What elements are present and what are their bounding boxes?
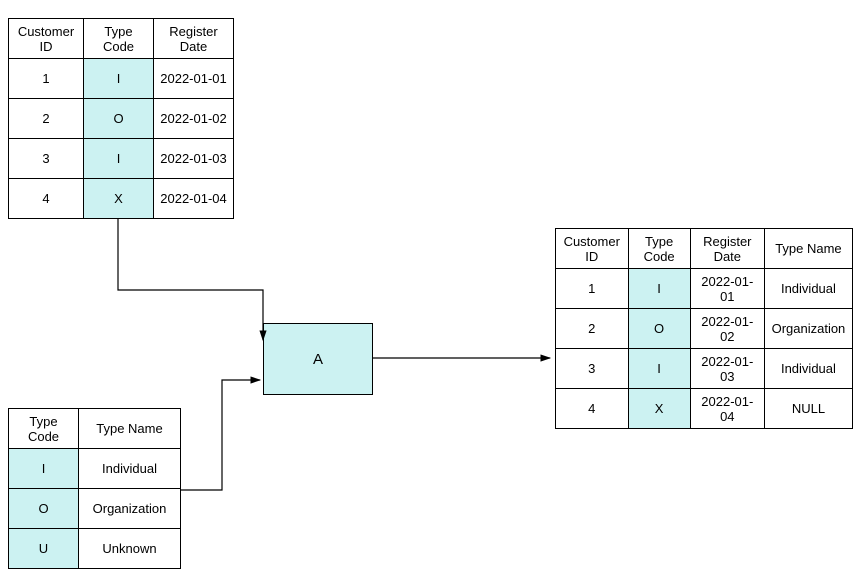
col-type-code: Type Code: [9, 409, 79, 449]
cell: X: [628, 389, 690, 429]
col-customer-id: Customer ID: [556, 229, 629, 269]
cell: 2022-01-03: [690, 349, 764, 389]
cell: 4: [9, 179, 84, 219]
table-row: 4 X 2022-01-04 NULL: [556, 389, 853, 429]
cell: 2: [556, 309, 629, 349]
table-row: 3 I 2022-01-03: [9, 139, 234, 179]
table-header-row: Type Code Type Name: [9, 409, 181, 449]
table-row: 2 O 2022-01-02: [9, 99, 234, 139]
cell: 4: [556, 389, 629, 429]
cell: Individual: [764, 269, 852, 309]
table-row: 1 I 2022-01-01 Individual: [556, 269, 853, 309]
operation-label: A: [313, 351, 323, 368]
cell: NULL: [764, 389, 852, 429]
table-row: U Unknown: [9, 529, 181, 569]
cell: U: [9, 529, 79, 569]
col-type-code: Type Code: [84, 19, 154, 59]
cell: 2022-01-02: [154, 99, 234, 139]
cell: I: [84, 59, 154, 99]
table-row: 3 I 2022-01-03 Individual: [556, 349, 853, 389]
cell: 2022-01-01: [154, 59, 234, 99]
cell: 2: [9, 99, 84, 139]
cell: 1: [9, 59, 84, 99]
table-header-row: Customer ID Type Code RegisterDate: [9, 19, 234, 59]
table-row: 4 X 2022-01-04: [9, 179, 234, 219]
cell: 2022-01-04: [690, 389, 764, 429]
table-row: I Individual: [9, 449, 181, 489]
table-row: 2 O 2022-01-02 Organization: [556, 309, 853, 349]
cell: 3: [556, 349, 629, 389]
cell: I: [628, 349, 690, 389]
cell: I: [9, 449, 79, 489]
cell: Organization: [79, 489, 181, 529]
col-customer-id: Customer ID: [9, 19, 84, 59]
table-row: 1 I 2022-01-01: [9, 59, 234, 99]
operation-box: A: [263, 323, 373, 395]
cell: 2022-01-03: [154, 139, 234, 179]
cell: Individual: [79, 449, 181, 489]
col-type-name: Type Name: [764, 229, 852, 269]
cell: X: [84, 179, 154, 219]
table-header-row: Customer ID Type Code RegisterDate Type …: [556, 229, 853, 269]
cell: O: [9, 489, 79, 529]
col-register-date: RegisterDate: [154, 19, 234, 59]
cell: 1: [556, 269, 629, 309]
cell: I: [628, 269, 690, 309]
cell: I: [84, 139, 154, 179]
cell: 2022-01-04: [154, 179, 234, 219]
input-table-customers: Customer ID Type Code RegisterDate 1 I 2…: [8, 18, 234, 219]
cell: 2022-01-02: [690, 309, 764, 349]
col-type-name: Type Name: [79, 409, 181, 449]
cell: Organization: [764, 309, 852, 349]
table-row: O Organization: [9, 489, 181, 529]
col-type-code: Type Code: [628, 229, 690, 269]
cell: 3: [9, 139, 84, 179]
cell: O: [628, 309, 690, 349]
input-table-types: Type Code Type Name I Individual O Organ…: [8, 408, 181, 569]
col-register-date: RegisterDate: [690, 229, 764, 269]
cell: Individual: [764, 349, 852, 389]
cell: 2022-01-01: [690, 269, 764, 309]
output-table: Customer ID Type Code RegisterDate Type …: [555, 228, 853, 429]
cell: O: [84, 99, 154, 139]
cell: Unknown: [79, 529, 181, 569]
